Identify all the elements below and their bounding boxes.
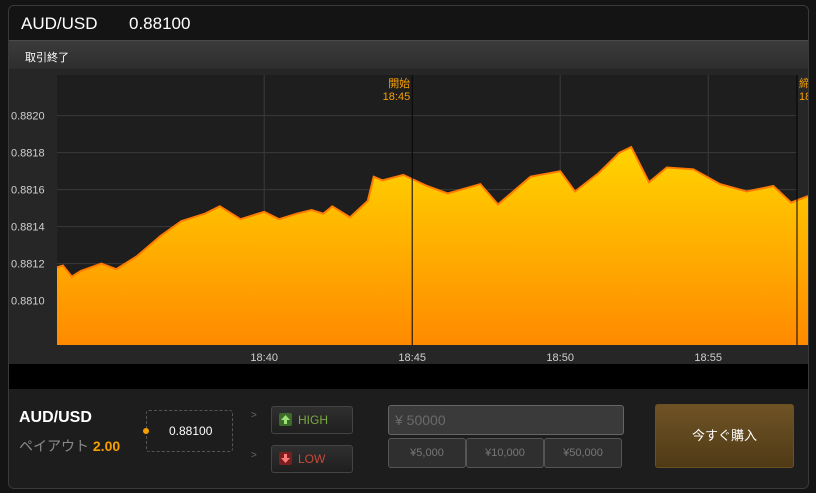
payout: ペイアウト 2.00 — [19, 436, 120, 456]
strike-price-box: 0.88100 — [143, 410, 233, 452]
low-button[interactable]: LOW — [271, 445, 353, 473]
trading-panel: AUD/USD 0.88100 取引終了 0.8820 0.8818 0.8816 0… — [8, 5, 809, 489]
low-label: LOW — [298, 452, 326, 466]
price-chart-area: 0.8820 0.8818 0.8816 0.8814 0.8812 0.8810 18:4… — [9, 69, 808, 364]
header-pair: AUD/USD — [21, 14, 98, 33]
x-tick-label: 18:50 — [546, 352, 574, 364]
close-marker-label: 締切 — [799, 76, 808, 90]
payout-label: ペイアウト — [19, 438, 89, 454]
up-arrow-icon — [279, 413, 292, 426]
y-tick-label: 0.8816 — [11, 185, 45, 197]
status-bar: 取引終了 — [9, 40, 808, 69]
divider-bar — [9, 364, 808, 389]
low-arrow-icon: > — [251, 450, 257, 461]
strike-dot-icon — [143, 428, 149, 434]
payout-value: 2.00 — [92, 438, 121, 454]
price-chart: 0.8820 0.8818 0.8816 0.8814 0.8812 0.8810 18:4… — [11, 75, 808, 364]
x-tick-label: 18:45 — [398, 352, 426, 364]
y-tick-label: 0.8810 — [11, 296, 45, 308]
y-tick-label: 0.8818 — [11, 148, 45, 160]
status-label: 取引終了 — [25, 52, 69, 64]
y-tick-label: 0.8820 — [11, 111, 45, 123]
y-tick-label: 0.8812 — [11, 259, 45, 271]
order-pair: AUD/USD — [19, 409, 92, 426]
amount-input[interactable]: ¥ 50000 — [388, 405, 624, 435]
preset-5000-button[interactable]: ¥5,000 — [388, 438, 466, 468]
start-marker-time: 18:45 — [383, 91, 411, 103]
y-tick-label: 0.8814 — [11, 222, 45, 234]
high-label: HIGH — [298, 413, 328, 427]
x-tick-label: 18:40 — [250, 352, 278, 364]
order-panel: AUD/USD ペイアウト 2.00 0.88100 > > HIGH LOW … — [9, 389, 808, 488]
high-arrow-icon: > — [251, 410, 257, 421]
header-rate: 0.88100 — [129, 14, 191, 33]
x-tick-label: 18:55 — [694, 352, 722, 364]
close-marker-time: 18:58 — [799, 91, 808, 103]
preset-50000-button[interactable]: ¥50,000 — [544, 438, 622, 468]
buy-now-button[interactable]: 今すぐ購入 — [655, 404, 794, 468]
strike-price: 0.88100 — [169, 424, 213, 438]
header-bar: AUD/USD 0.88100 — [9, 6, 808, 40]
amount-placeholder: ¥ 50000 — [395, 412, 446, 428]
start-marker-label: 開始 — [388, 76, 410, 90]
preset-10000-button[interactable]: ¥10,000 — [466, 438, 544, 468]
down-arrow-icon — [279, 452, 292, 465]
high-button[interactable]: HIGH — [271, 406, 353, 434]
